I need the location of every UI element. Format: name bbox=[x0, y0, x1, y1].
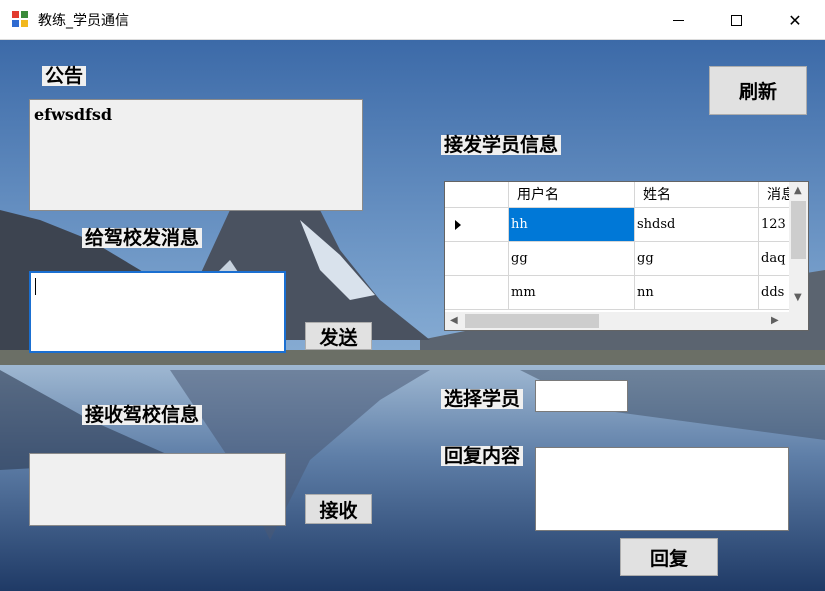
receive-school-label: 接收驾校信息 bbox=[82, 405, 203, 425]
app-window-icon bbox=[12, 11, 29, 28]
send-button[interactable]: 发送 bbox=[305, 322, 372, 350]
send-student-info-label: 接发学员信息 bbox=[441, 135, 562, 155]
select-student-label: 选择学员 bbox=[441, 389, 524, 409]
column-header-username[interactable]: 用户名 bbox=[509, 182, 635, 208]
row-header[interactable] bbox=[445, 208, 509, 242]
student-message-grid[interactable]: 用户名 姓名 消息 hh shdsd 123 gg gg daq mm nn d… bbox=[444, 181, 809, 331]
column-header-name[interactable]: 姓名 bbox=[635, 182, 759, 208]
text-caret bbox=[35, 278, 36, 295]
vertical-scroll-thumb[interactable] bbox=[791, 201, 806, 259]
close-button[interactable]: ✕ bbox=[766, 0, 824, 40]
grid-cell[interactable]: nn bbox=[635, 276, 759, 310]
grid-viewport: 用户名 姓名 消息 hh shdsd 123 gg gg daq mm nn d… bbox=[445, 182, 808, 312]
row-header[interactable] bbox=[445, 276, 509, 310]
scroll-left-icon[interactable]: ◀ bbox=[450, 315, 458, 327]
received-school-message-box[interactable] bbox=[29, 453, 286, 526]
grid-cell[interactable]: mm bbox=[509, 276, 635, 310]
maximize-button[interactable] bbox=[707, 0, 765, 40]
row-pointer-icon bbox=[455, 220, 461, 230]
horizontal-scroll-thumb[interactable] bbox=[465, 314, 599, 328]
minimize-button[interactable] bbox=[649, 0, 707, 40]
grid-cell[interactable]: gg bbox=[635, 242, 759, 276]
vertical-scrollbar[interactable]: ▲ ▼ bbox=[789, 182, 808, 312]
form-client-area: 公告 efwsdfsd 给驾校发消息 发送 接收驾校信息 接收 刷新 接发学员信… bbox=[0, 40, 825, 591]
refresh-button[interactable]: 刷新 bbox=[709, 66, 807, 115]
send-to-school-label: 给驾校发消息 bbox=[82, 228, 203, 248]
grid-corner-header bbox=[445, 182, 509, 208]
horizontal-scrollbar[interactable]: ◀ ▶ bbox=[445, 312, 789, 330]
scroll-right-icon[interactable]: ▶ bbox=[771, 315, 779, 327]
grid-cell[interactable]: shdsd bbox=[635, 208, 759, 242]
close-icon: ✕ bbox=[788, 10, 802, 30]
announcement-text: efwsdfsd bbox=[34, 105, 113, 124]
grid-cell[interactable]: gg bbox=[509, 242, 635, 276]
reply-content-label: 回复内容 bbox=[441, 446, 524, 466]
reply-content-input[interactable] bbox=[535, 447, 789, 531]
receive-button[interactable]: 接收 bbox=[305, 494, 372, 524]
reply-button[interactable]: 回复 bbox=[620, 538, 718, 576]
maximize-icon bbox=[730, 14, 742, 26]
scrollbar-corner bbox=[789, 312, 808, 330]
minimize-icon bbox=[672, 19, 684, 21]
announcement-label: 公告 bbox=[42, 66, 87, 86]
scroll-up-icon[interactable]: ▲ bbox=[794, 185, 802, 197]
grid-cell[interactable]: hh bbox=[509, 208, 635, 242]
title-bar: 教练_学员通信 ✕ bbox=[0, 0, 825, 40]
scroll-down-icon[interactable]: ▼ bbox=[794, 292, 802, 304]
select-student-input[interactable] bbox=[535, 380, 628, 412]
window-title: 教练_学员通信 bbox=[38, 13, 129, 29]
row-header[interactable] bbox=[445, 242, 509, 276]
announcement-textbox[interactable]: efwsdfsd bbox=[29, 99, 363, 211]
send-message-input[interactable] bbox=[29, 271, 286, 353]
